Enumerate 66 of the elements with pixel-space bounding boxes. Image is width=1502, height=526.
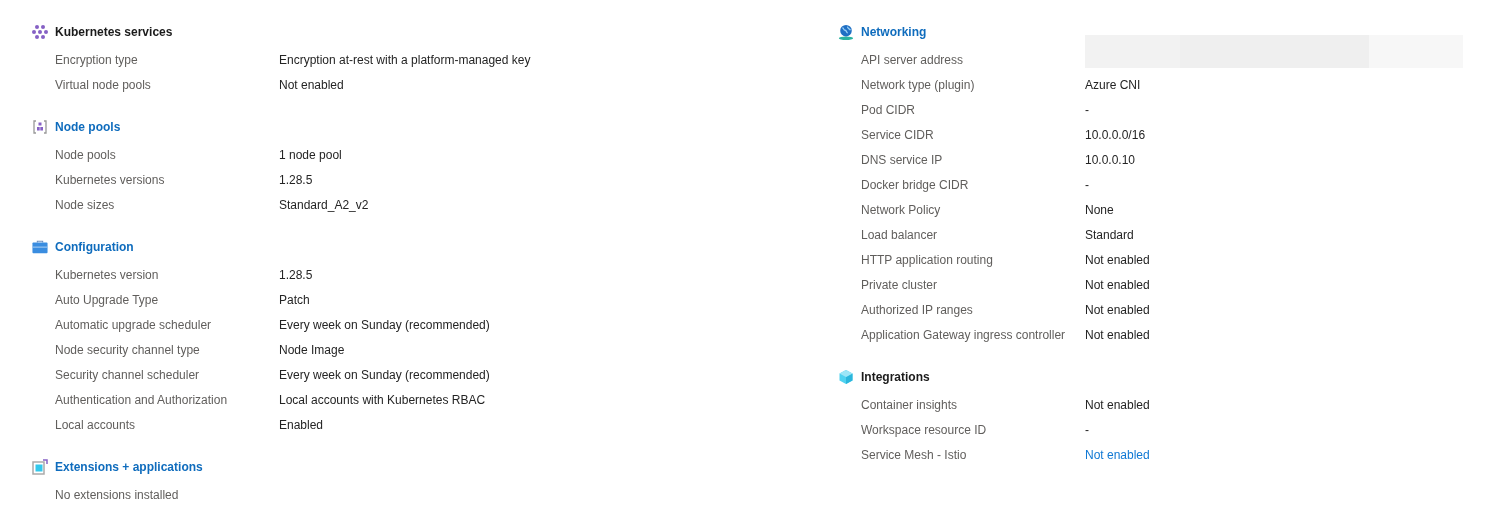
property-value: Azure CNI — [1085, 77, 1141, 92]
property-label: HTTP application routing — [861, 252, 994, 267]
property-value: 1.28.5 — [279, 267, 313, 282]
property-label: Security channel scheduler — [55, 367, 201, 382]
property-value: Patch — [279, 292, 310, 307]
property-value: Every week on Sunday (recommended) — [279, 317, 490, 332]
property-value: Every week on Sunday (recommended) — [279, 367, 490, 382]
property-label: Automatic upgrade scheduler — [55, 317, 213, 332]
property-label: API server address — [861, 52, 965, 67]
property-value: Not enabled — [1085, 327, 1150, 342]
property-value: Local accounts with Kubernetes RBAC — [279, 392, 486, 407]
section-title-link[interactable]: Networking — [861, 24, 927, 39]
property-label: Docker bridge CIDR — [861, 177, 970, 192]
property-label: Node sizes — [55, 197, 116, 212]
section-title-link[interactable]: Node pools — [55, 119, 121, 134]
property-value: Not enabled — [1085, 277, 1150, 292]
property-label: Authorized IP ranges — [861, 302, 974, 317]
property-label: Authentication and Authorization — [55, 392, 229, 407]
node-pool-icon — [32, 118, 48, 135]
property-label: No extensions installed — [55, 487, 180, 502]
section-title-link[interactable]: Configuration — [55, 239, 134, 254]
property-value: - — [1085, 102, 1089, 117]
toolbox-icon — [32, 238, 48, 255]
property-label: Network type (plugin) — [861, 77, 976, 92]
property-value: Standard — [1085, 227, 1134, 242]
property-label: DNS service IP — [861, 152, 944, 167]
property-label: Load balancer — [861, 227, 939, 242]
property-label: Container insights — [861, 397, 959, 412]
property-label: Network Policy — [861, 202, 942, 217]
property-value-link[interactable]: Not enabled — [1085, 447, 1150, 462]
property-label: Node security channel type — [55, 342, 201, 357]
property-label: Virtual node pools — [55, 77, 152, 92]
property-value: Standard_A2_v2 — [279, 197, 369, 212]
property-label: Encryption type — [55, 52, 139, 67]
cube-icon — [838, 368, 854, 385]
property-value: - — [1085, 422, 1089, 437]
property-label: Service Mesh - Istio — [861, 447, 968, 462]
section-title: Kubernetes services — [55, 24, 173, 39]
property-label: Service CIDR — [861, 127, 935, 142]
section-title: Integrations — [861, 369, 930, 384]
property-label: Pod CIDR — [861, 102, 917, 117]
extension-square-icon — [32, 458, 48, 475]
property-value: 10.0.0.0/16 — [1085, 127, 1146, 142]
property-label: Auto Upgrade Type — [55, 292, 160, 307]
property-value: Encryption at-rest with a platform-managed key — [279, 52, 531, 67]
property-value: - — [1085, 177, 1089, 192]
property-value: 10.0.0.10 — [1085, 152, 1136, 167]
property-label: Local accounts — [55, 417, 137, 432]
property-label: Kubernetes versions — [55, 172, 166, 187]
section-title-link[interactable]: Extensions + applications — [55, 459, 203, 474]
property-value: Enabled — [279, 417, 324, 432]
hexagon-cluster-icon — [32, 23, 48, 40]
globe-icon — [838, 23, 854, 40]
property-value: 1.28.5 — [279, 172, 313, 187]
property-value: Node Image — [279, 342, 345, 357]
property-value: Not enabled — [1085, 302, 1150, 317]
property-value: 1 node pool — [279, 147, 342, 162]
property-value: Not enabled — [1085, 397, 1150, 412]
property-value: Not enabled — [279, 77, 344, 92]
property-label: Node pools — [55, 147, 117, 162]
property-label: Workspace resource ID — [861, 422, 988, 437]
property-label: Kubernetes version — [55, 267, 160, 282]
property-label: Private cluster — [861, 277, 939, 292]
property-label: Application Gateway ingress controller — [861, 327, 1067, 342]
property-value: None — [1085, 202, 1114, 217]
property-value: Not enabled — [1085, 252, 1150, 267]
